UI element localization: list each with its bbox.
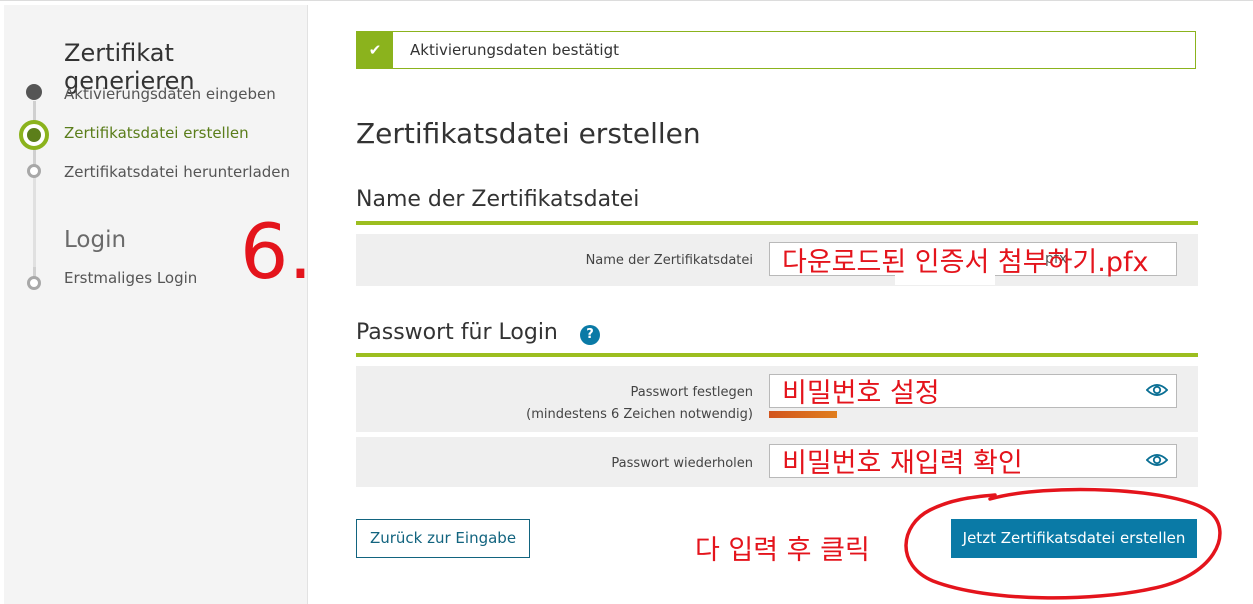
annotation-repeat-note: 비밀번호 재입력 확인 [782, 448, 1023, 479]
step-todo-dot [27, 276, 41, 290]
annotation-click-note: 다 입력 후 클릭 [695, 535, 870, 566]
alert-text: Aktivierungsdaten bestätigt [410, 41, 619, 59]
step-create-file[interactable]: Zertifikatsdatei erstellen [64, 124, 249, 142]
step-activation-data[interactable]: Aktivierungsdaten eingeben [64, 85, 276, 103]
section-heading-password: Passwort für Login [356, 320, 558, 345]
page-title: Zertifikatsdatei erstellen [356, 117, 701, 150]
annotation-password-note: 비밀번호 설정 [782, 378, 940, 409]
check-icon: ✔ [357, 32, 393, 68]
back-button[interactable]: Zurück zur Eingabe [356, 519, 530, 558]
section-heading-filename: Name der Zertifikatsdatei [356, 187, 640, 212]
section-divider [356, 221, 1198, 225]
step-first-login: Erstmaliges Login [64, 269, 198, 287]
annotation-circle [904, 487, 1222, 600]
password-label: Passwort festlegen [630, 385, 753, 400]
password-hint: (mindestens 6 Zeichen notwendig) [526, 407, 753, 422]
step-active-dot [19, 120, 49, 150]
step-done-dot [26, 84, 42, 100]
filename-label: Name der Zertifikatsdatei [585, 253, 753, 268]
annotation-filename-note: 다운로드된 인증서 첨부하기.pfx [782, 247, 1149, 278]
progress-sidebar: Zertifikat generieren Aktivierungsdaten … [4, 5, 308, 604]
step-download-file: Zertifikatsdatei herunterladen [64, 163, 291, 181]
annotation-step-number: 6. [240, 207, 313, 296]
section-divider [356, 353, 1198, 357]
eye-icon[interactable] [1146, 382, 1168, 398]
eye-icon[interactable] [1146, 452, 1168, 468]
password-strength-bar [769, 411, 837, 418]
step-todo-dot [27, 164, 41, 178]
help-icon[interactable]: ? [580, 325, 600, 345]
sidebar-login-title: Login [64, 227, 127, 253]
progress-line [33, 177, 36, 267]
password-repeat-label: Passwort wiederholen [611, 456, 753, 471]
success-alert: ✔ Aktivierungsdaten bestätigt [356, 31, 1196, 69]
